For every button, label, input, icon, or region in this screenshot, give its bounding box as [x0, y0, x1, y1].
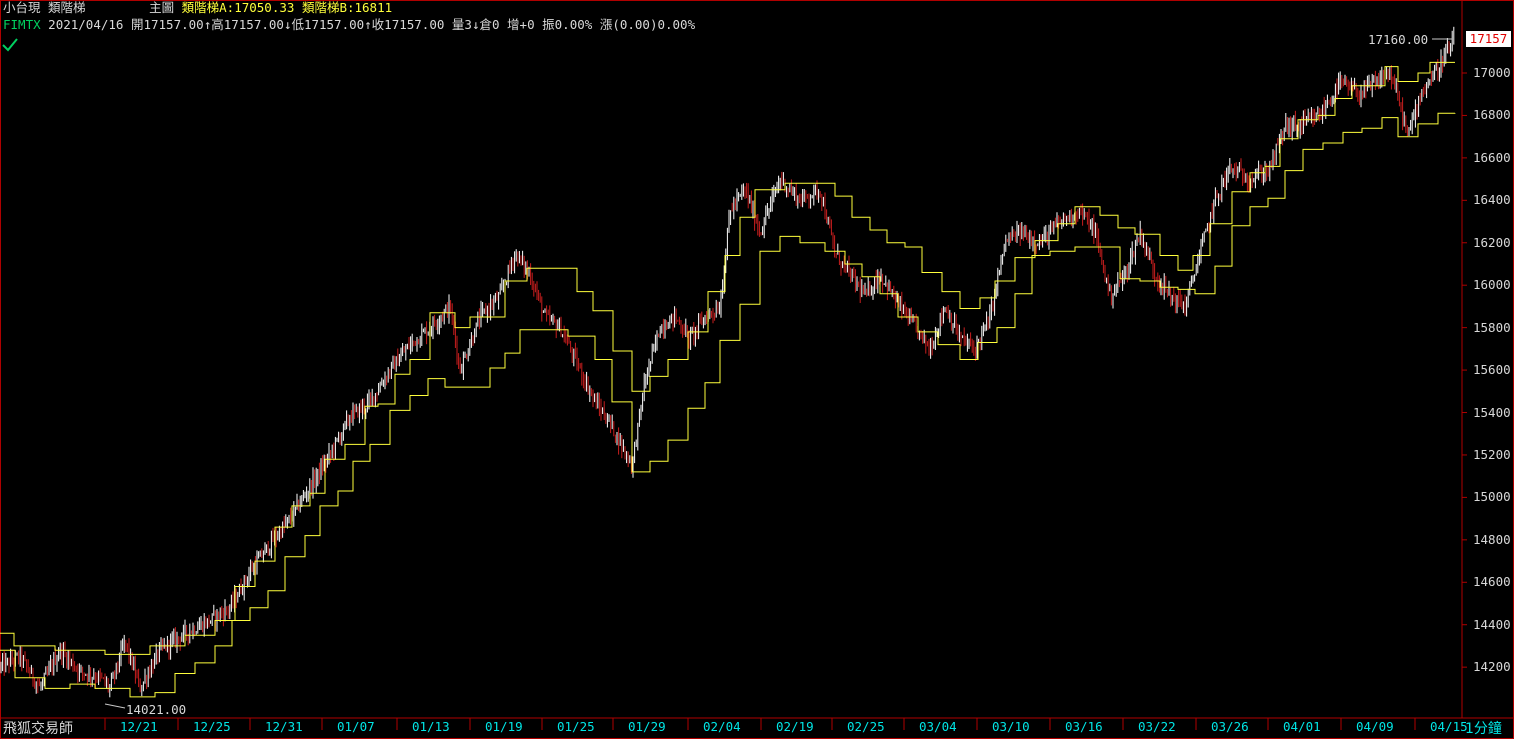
y-tick-label: 14800 [1473, 531, 1511, 547]
y-tick-label: 15000 [1473, 489, 1511, 505]
x-tick-label: 03/16 [1065, 719, 1103, 734]
y-tick-label: 14200 [1473, 659, 1511, 675]
panel-label: 主圖 [149, 0, 175, 15]
x-tick-label: 03/10 [992, 719, 1030, 734]
ladder-b-line [0, 112, 1456, 698]
x-tick-label: 01/29 [628, 719, 666, 734]
ladder-a-line [0, 61, 1455, 655]
low-price-label: 14021.00 [126, 702, 187, 717]
ladder-a-value: 類階梯A:17050.33 [181, 0, 295, 15]
x-tick-label: 03/26 [1211, 719, 1249, 734]
y-tick-label: 14400 [1473, 616, 1511, 632]
y-tick-label: 14600 [1473, 574, 1511, 590]
y-tick-label: 16200 [1473, 234, 1511, 250]
price-chart[interactable] [0, 0, 1514, 739]
x-tick-label: 04/01 [1283, 719, 1321, 734]
y-tick-label: 16400 [1473, 192, 1511, 208]
x-tick-label: 04/09 [1356, 719, 1394, 734]
x-tick-label: 02/19 [776, 719, 814, 734]
y-tick-label: 16000 [1473, 277, 1511, 293]
checkmark-icon[interactable] [2, 38, 18, 52]
x-tick-label: 01/07 [337, 719, 375, 734]
x-tick-label: 01/19 [485, 719, 523, 734]
quote-open-interest: ↓倉0 [471, 17, 500, 32]
quote-high: ↑高17157.00 [203, 17, 284, 32]
quote-close: ↑收17157.00 [364, 17, 445, 32]
x-tick-label: 12/31 [265, 719, 303, 734]
y-tick-label: 15200 [1473, 446, 1511, 462]
header-bar: 小台現 類階梯 主圖 類階梯A:17050.33 類階梯B:16811 [3, 0, 392, 15]
y-tick-label: 15400 [1473, 404, 1511, 420]
quote-change: 漲(0.00)0.00% [599, 17, 696, 32]
period-selector[interactable]: 1分鐘 [1465, 718, 1502, 738]
quote-low: ↓低17157.00 [283, 17, 365, 32]
y-tick-label: 15800 [1473, 319, 1511, 335]
quote-amplitude: 振0.00% [542, 17, 593, 32]
y-tick-label: 15600 [1473, 362, 1511, 378]
x-tick-label: 03/22 [1138, 719, 1176, 734]
symbol-name: 小台現 [3, 0, 41, 15]
x-tick-label: 12/21 [120, 719, 158, 734]
high-price-label: 17160.00 [1368, 32, 1429, 47]
quote-volume: 量3 [451, 17, 472, 32]
x-tick-label: 04/15 [1430, 719, 1468, 734]
quote-change-oi: 增+0 [507, 17, 535, 32]
x-tick-label: 12/25 [193, 719, 231, 734]
x-tick-label: 01/25 [557, 719, 595, 734]
candles-layer [0, 26, 1455, 698]
indicator-name[interactable]: 類階梯 [48, 0, 86, 15]
y-tick-label: 16800 [1473, 107, 1511, 123]
app-name: 飛狐交易師 [3, 721, 73, 737]
quote-open: 開17157.00 [130, 17, 204, 32]
y-tick-label: 16600 [1473, 149, 1511, 165]
x-tick-label: 03/04 [919, 719, 957, 734]
x-tick-label: 02/25 [847, 719, 885, 734]
quote-date: 2021/04/16 [48, 17, 124, 32]
x-tick-label: 02/04 [703, 719, 741, 734]
low-marker-line [104, 703, 126, 709]
y-tick-label: 17000 [1473, 65, 1511, 80]
ladders-layer [0, 61, 1456, 698]
quote-bar: FIMTX 2021/04/16 開17157.00↑高17157.00↓低17… [3, 17, 695, 32]
x-tick-label: 01/13 [412, 719, 450, 734]
ladder-b-value: 類階梯B:16811 [301, 0, 393, 15]
last-price-tag: 17157 [1466, 31, 1511, 47]
quote-code: FIMTX [3, 17, 41, 32]
